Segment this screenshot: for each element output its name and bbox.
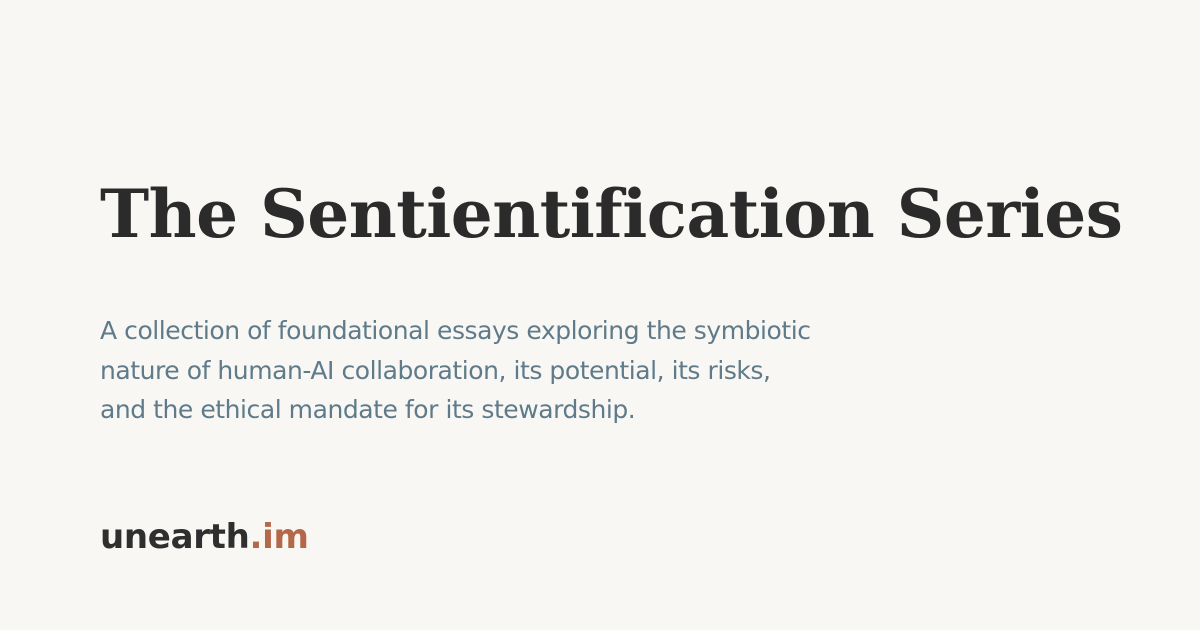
social-card: The Sentientification Series A collectio… [0,0,1200,630]
page-title: The Sentientification Series [100,175,1123,253]
description-line-3: and the ethical mandate for its stewards… [100,395,636,424]
brand-tld: .im [249,517,309,557]
description-line-1: A collection of foundational essays expl… [100,316,811,345]
description-line-2: nature of human-AI collaboration, its po… [100,355,771,385]
site-brand: unearth.im [100,514,309,560]
page-description: A collection of foundational essays expl… [100,311,900,430]
brand-name: unearth [100,517,250,557]
